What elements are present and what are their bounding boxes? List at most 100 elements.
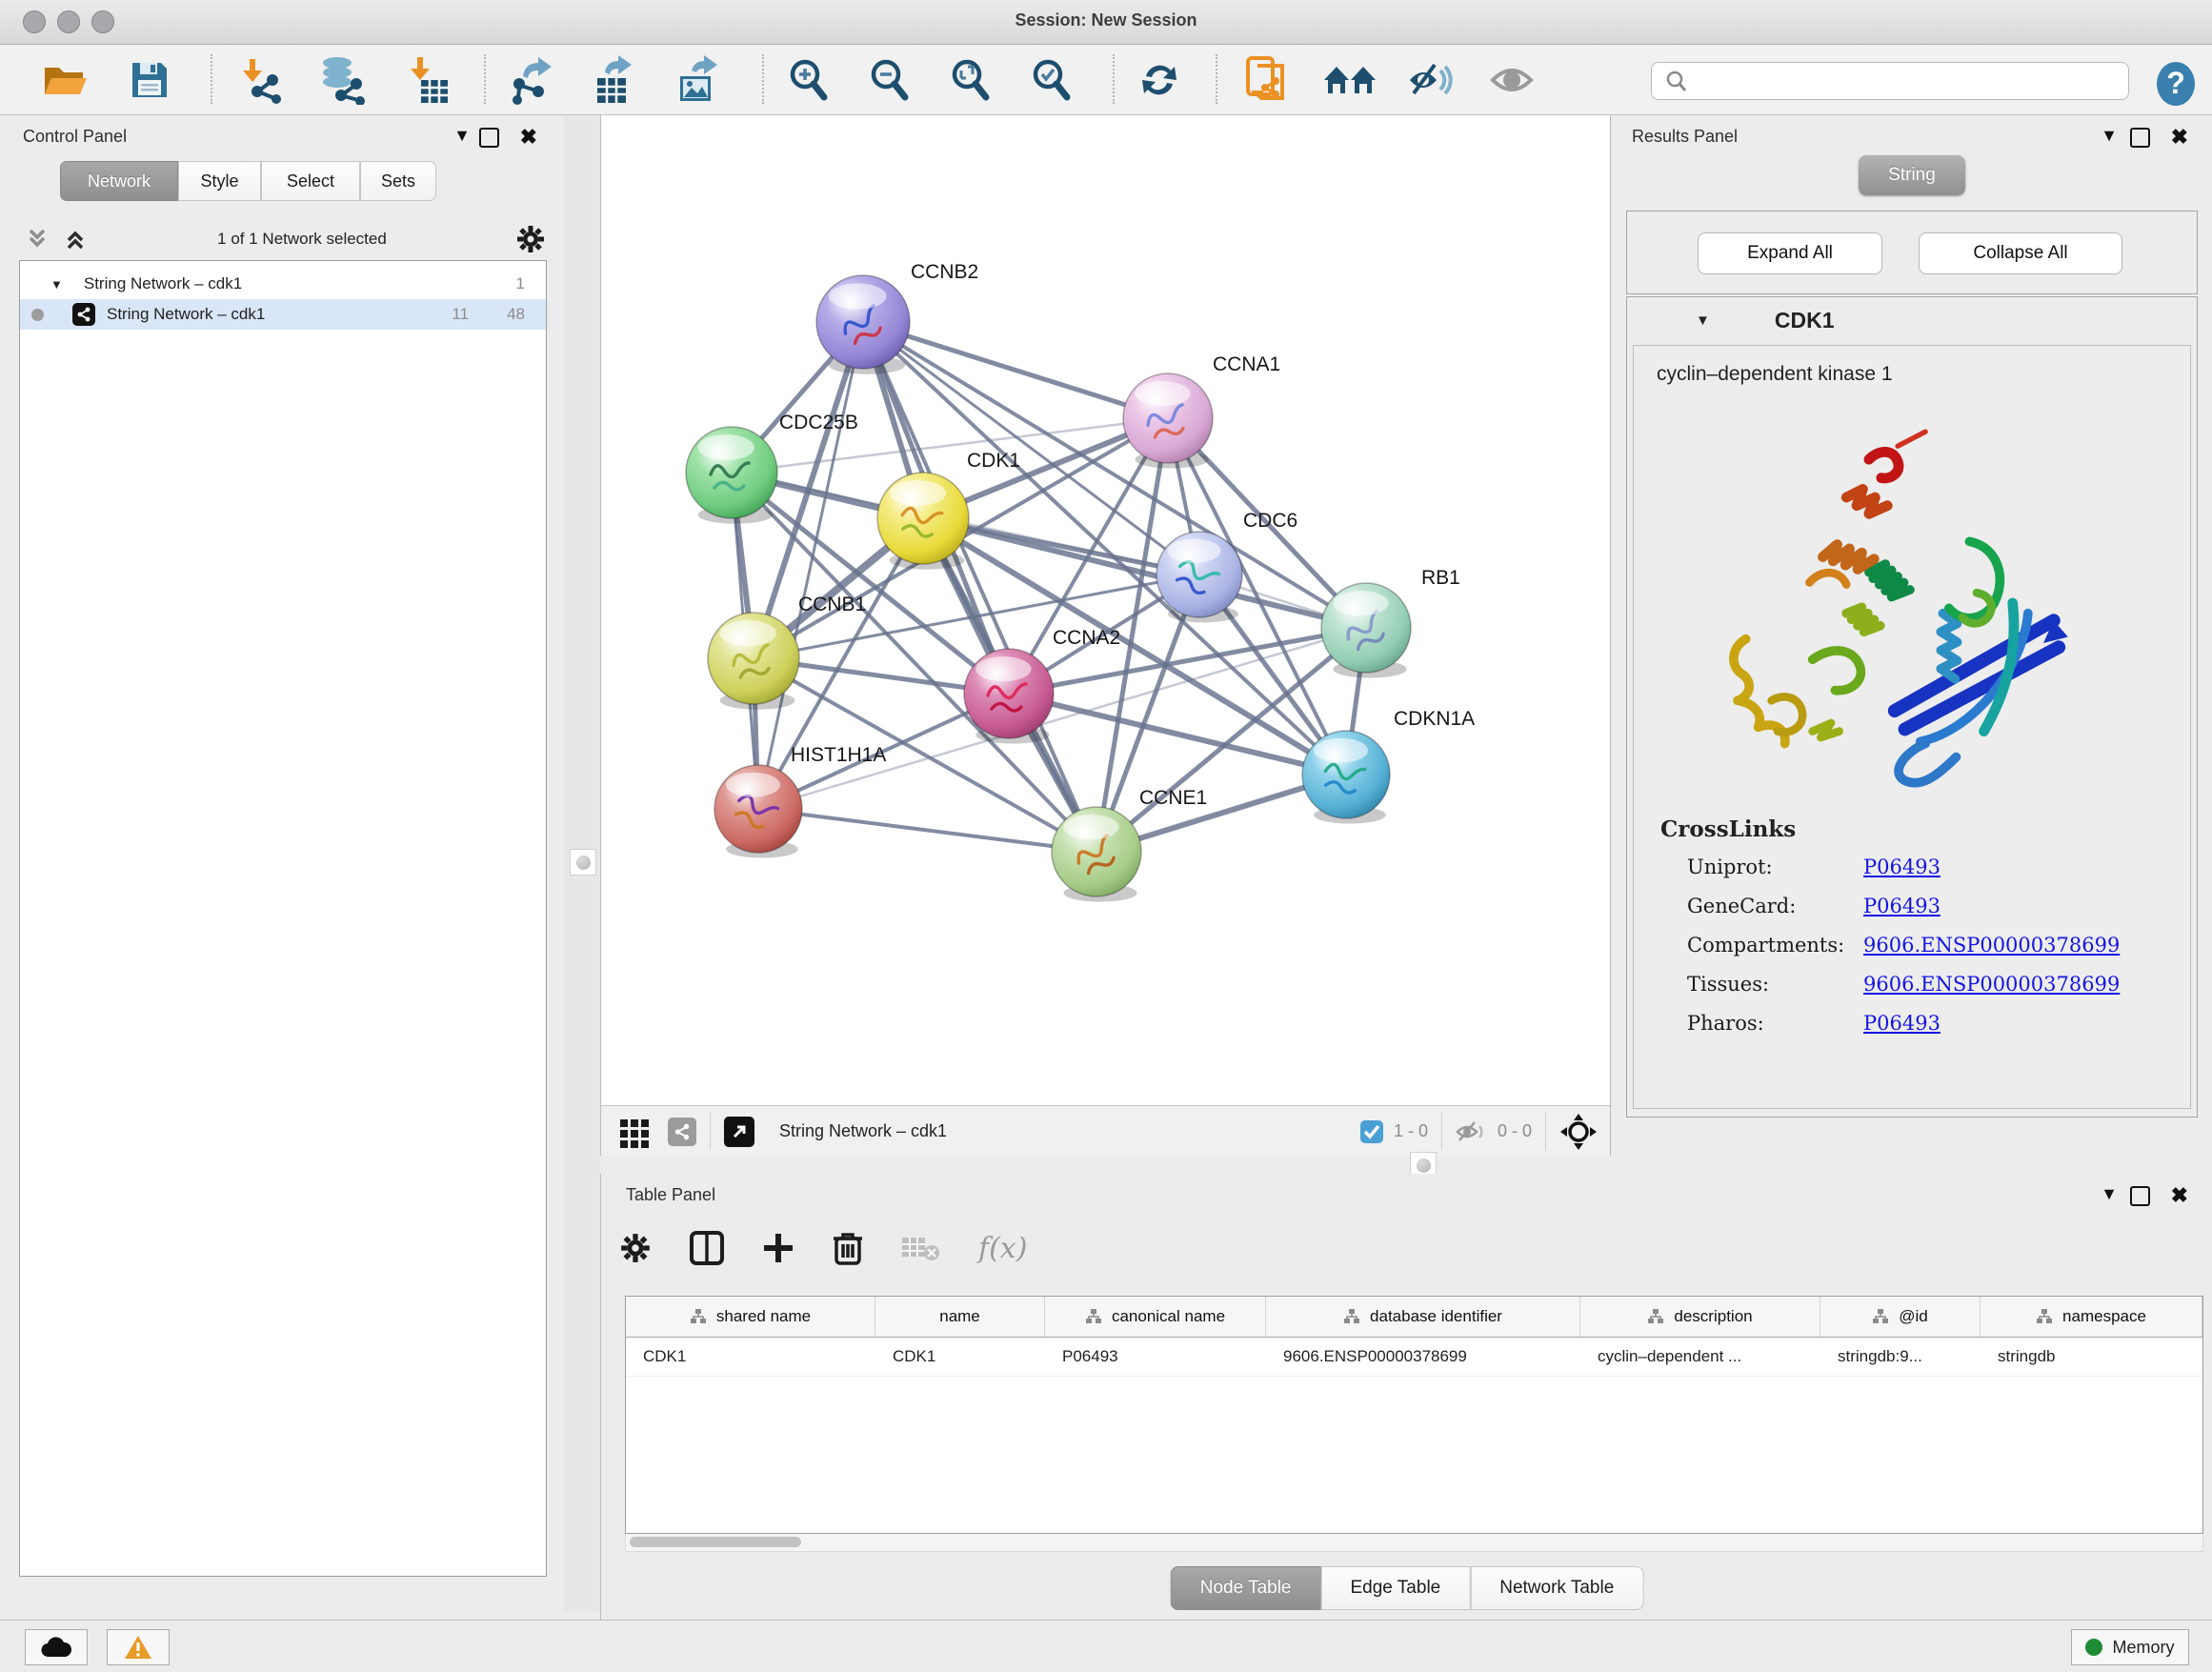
column-header--id[interactable]: @id [1820, 1297, 1981, 1337]
panel-close-icon[interactable]: ✖ [2171, 127, 2188, 148]
network-row[interactable]: String Network – cdk1 11 48 [20, 299, 546, 330]
network-node-CDK1[interactable]: CDK1 [877, 450, 1020, 570]
export-table-button[interactable] [587, 52, 642, 108]
export-image-button[interactable] [670, 52, 725, 108]
center-view-crosshair-icon[interactable] [1559, 1113, 1598, 1151]
network-node-HIST1H1A[interactable]: HIST1H1A [714, 744, 886, 858]
table-export-icon [590, 55, 639, 105]
crosslink-link[interactable]: P06493 [1863, 895, 1941, 917]
table-options-gear-icon[interactable] [618, 1231, 653, 1265]
import-table-button[interactable] [400, 52, 455, 108]
help-button[interactable]: ? [2148, 56, 2203, 111]
tab-string[interactable]: String [1859, 155, 1965, 195]
crosslink-link[interactable]: P06493 [1863, 1012, 1941, 1035]
tab-select[interactable]: Select [261, 161, 360, 201]
network-node-CCNB2[interactable]: CCNB2 [816, 261, 978, 374]
table-cell[interactable]: P06493 [1045, 1338, 1266, 1376]
tree-expander-icon[interactable]: ▼ [50, 277, 63, 292]
crosslink-link[interactable]: P06493 [1863, 856, 1941, 878]
network-node-RB1[interactable]: RB1 [1321, 567, 1460, 678]
zoom-selected-button[interactable] [1024, 52, 1079, 108]
table-cell[interactable]: CDK1 [626, 1338, 875, 1376]
selected-checkbox-icon[interactable] [1359, 1119, 1384, 1144]
entry-expander-icon[interactable]: ▼ [1696, 312, 1710, 329]
search-input[interactable] [1696, 66, 2128, 96]
column-header-description[interactable]: description [1580, 1297, 1820, 1337]
panel-menu-icon[interactable]: ▼ [2101, 1185, 2118, 1202]
table-cell[interactable]: stringdb [1981, 1338, 2202, 1376]
left-splitter[interactable] [564, 115, 600, 1612]
show-hidden-button[interactable] [1484, 52, 1539, 108]
panel-close-icon[interactable]: ✖ [2171, 1185, 2188, 1206]
home-view-button[interactable] [1322, 52, 1377, 108]
panel-float-icon[interactable] [2130, 1186, 2150, 1206]
tab-network-table[interactable]: Network Table [1470, 1566, 1643, 1610]
table-row[interactable]: CDK1CDK1P064939606.ENSP00000378699cyclin… [626, 1338, 2202, 1377]
tab-sets[interactable]: Sets [360, 161, 436, 201]
hide-selected-button[interactable] [1403, 52, 1458, 108]
add-column-icon[interactable] [761, 1231, 795, 1265]
cloud-status-button[interactable] [25, 1629, 88, 1665]
open-session-button[interactable] [38, 52, 93, 108]
zoom-in-button[interactable] [781, 52, 836, 108]
network-node-CDKN1A[interactable]: CDKN1A [1302, 708, 1475, 824]
zoom-fit-button[interactable] [943, 52, 998, 108]
table-cell[interactable]: CDK1 [875, 1338, 1045, 1376]
apply-layout-button[interactable] [1132, 52, 1187, 108]
panel-float-icon[interactable] [2130, 128, 2150, 148]
network-collection-row[interactable]: ▼ String Network – cdk1 1 [20, 269, 546, 299]
panel-float-icon[interactable] [479, 128, 499, 148]
table-splitter[interactable] [600, 1156, 2212, 1174]
crosslink-link[interactable]: 9606.ENSP00000378699 [1863, 973, 2120, 996]
left-splitter-handle[interactable] [570, 849, 596, 876]
panel-close-icon[interactable]: ✖ [520, 127, 537, 148]
network-share-icon[interactable] [668, 1118, 696, 1146]
show-columns-icon[interactable] [689, 1230, 725, 1266]
column-header-canonical-name[interactable]: canonical name [1045, 1297, 1266, 1337]
network-from-selection-button[interactable] [1238, 52, 1294, 108]
main-toolbar: ? [0, 45, 2212, 115]
table-cell[interactable]: 9606.ENSP00000378699 [1266, 1338, 1580, 1376]
panel-menu-icon[interactable]: ▼ [2101, 127, 2118, 144]
warnings-button[interactable] [107, 1629, 170, 1665]
save-session-button[interactable] [122, 52, 177, 108]
open-in-new-window-icon[interactable] [724, 1117, 754, 1147]
expand-all-button[interactable]: Expand All [1698, 232, 1882, 274]
collapse-all-icon[interactable] [23, 227, 51, 252]
node-label-CCNB1: CCNB1 [798, 594, 866, 615]
collapse-all-button[interactable]: Collapse All [1919, 232, 2122, 274]
crosslink-link[interactable]: 9606.ENSP00000378699 [1863, 934, 2120, 957]
tab-network[interactable]: Network [60, 161, 178, 201]
tab-node-table[interactable]: Node Table [1171, 1566, 1321, 1610]
delete-column-trash-icon[interactable] [832, 1230, 864, 1266]
table-cell[interactable]: cyclin–dependent ... [1580, 1338, 1820, 1376]
import-network-button[interactable] [231, 52, 287, 108]
gene-entry-header[interactable]: ▼ CDK1 [1627, 297, 2197, 343]
table-cell[interactable]: stringdb:9... [1820, 1338, 1981, 1376]
network-options-gear-icon[interactable] [514, 223, 547, 255]
network-node-CCNB1[interactable]: CCNB1 [708, 594, 866, 710]
table-tabs: Node TableEdge TableNetwork Table [1171, 1566, 1644, 1610]
column-header-database-identifier[interactable]: database identifier [1266, 1297, 1580, 1337]
import-network-from-database-button[interactable] [314, 52, 370, 108]
network-view[interactable]: CCNB2CCNA1CDC25BCDK1CDC6RB1CCNB1CCNA2CDK… [600, 115, 1611, 1105]
tab-edge-table[interactable]: Edge Table [1321, 1566, 1471, 1610]
save-floppy-icon [129, 59, 171, 101]
zoom-out-button[interactable] [862, 52, 917, 108]
expand-all-icon[interactable] [61, 227, 90, 252]
export-network-button[interactable] [503, 52, 558, 108]
tab-style[interactable]: Style [178, 161, 261, 201]
column-header-namespace[interactable]: namespace [1981, 1297, 2202, 1337]
scrollbar-thumb[interactable] [630, 1537, 801, 1547]
panel-menu-icon[interactable]: ▼ [453, 127, 471, 144]
table-horizontal-scrollbar[interactable] [625, 1534, 2203, 1552]
hidden-eye-icon[interactable] [1456, 1119, 1488, 1144]
attribute-type-icon [1085, 1308, 1102, 1325]
memory-button[interactable]: Memory [2071, 1629, 2189, 1665]
column-header-shared-name[interactable]: shared name [626, 1297, 875, 1337]
column-header-name[interactable]: name [875, 1297, 1045, 1337]
birdseye-grid-icon[interactable] [618, 1116, 651, 1148]
network-canvas[interactable]: CCNB2CCNA1CDC25BCDK1CDC6RB1CCNB1CCNA2CDK… [601, 115, 1611, 1105]
search-field[interactable] [1651, 62, 2129, 100]
gene-description: cyclin–dependent kinase 1 [1657, 363, 2190, 386]
